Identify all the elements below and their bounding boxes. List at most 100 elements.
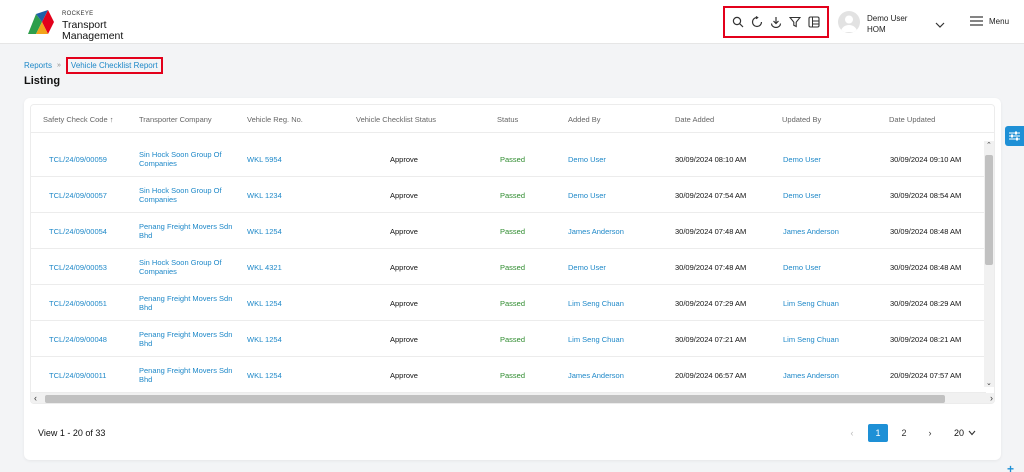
menu-label: Menu bbox=[989, 16, 1010, 26]
breadcrumb-reports[interactable]: Reports bbox=[24, 61, 52, 70]
cell-date-updated: 30/09/2024 08:29 AM bbox=[890, 299, 962, 308]
cell-added-by[interactable]: Demo User bbox=[568, 155, 606, 164]
cell-vehicle-reg-no[interactable]: WKL 1234 bbox=[247, 191, 282, 200]
scroll-down-icon[interactable]: ⌄ bbox=[986, 379, 992, 387]
cell-safety-check-code[interactable]: TCL/24/09/00057 bbox=[49, 191, 107, 200]
col-updated-by[interactable]: Updated By bbox=[782, 115, 821, 124]
cell-safety-check-code[interactable]: TCL/24/09/00048 bbox=[49, 335, 107, 344]
cell-date-added: 30/09/2024 07:21 AM bbox=[675, 335, 747, 344]
cell-updated-by[interactable]: James Anderson bbox=[783, 371, 839, 380]
per-page-select[interactable]: 20 bbox=[950, 426, 980, 440]
avatar[interactable] bbox=[838, 11, 860, 33]
cell-status: Passed bbox=[500, 299, 526, 308]
cell-updated-by[interactable]: Demo User bbox=[783, 263, 821, 272]
vertical-scrollbar[interactable]: ⌃ ⌄ bbox=[984, 141, 994, 387]
table-row[interactable]: TCL/24/09/00051 Penang Freight Movers Sdn… bbox=[31, 285, 986, 321]
cell-updated-by[interactable]: James Anderson bbox=[783, 227, 839, 236]
horizontal-scroll-thumb[interactable] bbox=[45, 395, 945, 403]
cell-added-by[interactable]: Lim Seng Chuan bbox=[568, 335, 624, 344]
col-status[interactable]: Status bbox=[497, 115, 518, 124]
cell-added-by[interactable]: James Anderson bbox=[568, 371, 624, 380]
col-safety-check-code[interactable]: Safety Check Code ↑ bbox=[43, 115, 113, 124]
cell-date-updated: 30/09/2024 08:48 AM bbox=[890, 263, 962, 272]
cell-transporter-company[interactable]: Penang Freight Movers Sdn Bhd bbox=[139, 222, 239, 240]
table-row[interactable]: TCL/24/09/00053 Sin Hock Soon Group Of Co… bbox=[31, 249, 986, 285]
horizontal-scrollbar[interactable]: ‹ › bbox=[31, 393, 994, 403]
chevron-down-icon bbox=[968, 430, 976, 436]
cell-status: Passed bbox=[500, 263, 526, 272]
chevron-down-icon[interactable] bbox=[934, 17, 946, 28]
cell-vehicle-reg-no[interactable]: WKL 1254 bbox=[247, 299, 282, 308]
cell-date-added: 30/09/2024 07:48 AM bbox=[675, 263, 747, 272]
col-vehicle-reg-no[interactable]: Vehicle Reg. No. bbox=[247, 115, 303, 124]
user-name: Demo User bbox=[867, 14, 908, 23]
sort-up-icon[interactable]: ↑ bbox=[110, 115, 114, 124]
cell-updated-by[interactable]: Demo User bbox=[783, 191, 821, 200]
vertical-scroll-thumb[interactable] bbox=[985, 155, 993, 265]
cell-vehicle-reg-no[interactable]: WKL 1254 bbox=[247, 371, 282, 380]
cell-transporter-company[interactable]: Sin Hock Soon Group Of Companies bbox=[139, 150, 239, 168]
user-info[interactable]: Demo User HOM bbox=[867, 13, 907, 35]
col-date-updated[interactable]: Date Updated bbox=[889, 115, 935, 124]
cell-transporter-company[interactable]: Penang Freight Movers Sdn Bhd bbox=[139, 366, 239, 384]
brand-name: ROCKEYE Transport Management bbox=[62, 9, 123, 42]
cell-added-by[interactable]: Lim Seng Chuan bbox=[568, 299, 624, 308]
cell-safety-check-code[interactable]: TCL/24/09/00054 bbox=[49, 227, 107, 236]
add-icon[interactable]: + bbox=[1007, 462, 1014, 472]
column-layout-icon[interactable] bbox=[807, 15, 821, 29]
table-row[interactable]: TCL/24/09/00011 Penang Freight Movers Sdn… bbox=[31, 357, 986, 393]
cell-safety-check-code[interactable]: TCL/24/09/00051 bbox=[49, 299, 107, 308]
search-icon[interactable] bbox=[731, 15, 745, 29]
cell-date-added: 30/09/2024 07:48 AM bbox=[675, 227, 747, 236]
cell-added-by[interactable]: Demo User bbox=[568, 263, 606, 272]
scroll-left-icon[interactable]: ‹ bbox=[34, 393, 37, 403]
menu-button[interactable]: Menu bbox=[970, 16, 1009, 26]
table-row[interactable]: TCL/24/09/00054 Penang Freight Movers Sdn… bbox=[31, 213, 986, 249]
rockeye-logo[interactable] bbox=[26, 8, 56, 36]
user-role: HOM bbox=[867, 25, 886, 34]
prev-page-icon[interactable]: ‹ bbox=[842, 424, 862, 442]
table-row[interactable]: TCL/24/09/00048 Penang Freight Movers Sdn… bbox=[31, 321, 986, 357]
cell-vehicle-reg-no[interactable]: WKL 1254 bbox=[247, 227, 282, 236]
cell-transporter-company[interactable]: Penang Freight Movers Sdn Bhd bbox=[139, 330, 239, 348]
cell-transporter-company[interactable]: Penang Freight Movers Sdn Bhd bbox=[139, 294, 239, 312]
cell-vehicle-reg-no[interactable]: WKL 5954 bbox=[247, 155, 282, 164]
settings-sliders-button[interactable] bbox=[1005, 126, 1024, 146]
page-2-button[interactable]: 2 bbox=[894, 424, 914, 442]
col-date-added[interactable]: Date Added bbox=[675, 115, 714, 124]
cell-status: Passed bbox=[500, 335, 526, 344]
cell-safety-check-code[interactable]: TCL/24/09/00053 bbox=[49, 263, 107, 272]
download-icon[interactable] bbox=[769, 15, 783, 29]
cell-updated-by[interactable]: Demo User bbox=[783, 155, 821, 164]
cell-vehicle-reg-no[interactable]: WKL 1254 bbox=[247, 335, 282, 344]
cell-transporter-company[interactable]: Sin Hock Soon Group Of Companies bbox=[139, 258, 239, 276]
col-transporter-company[interactable]: Transporter Company bbox=[139, 115, 212, 124]
cell-updated-by[interactable]: Lim Seng Chuan bbox=[783, 299, 839, 308]
page-1-button[interactable]: 1 bbox=[868, 424, 888, 442]
cell-vehicle-reg-no[interactable]: WKL 4321 bbox=[247, 263, 282, 272]
cell-updated-by[interactable]: Lim Seng Chuan bbox=[783, 335, 839, 344]
cell-status: Passed bbox=[500, 227, 526, 236]
cell-date-updated: 30/09/2024 09:10 AM bbox=[890, 155, 962, 164]
table-row[interactable]: TCL/24/09/00059 Sin Hock Soon Group Of Co… bbox=[31, 141, 986, 177]
refresh-icon[interactable] bbox=[750, 15, 764, 29]
scroll-up-icon[interactable]: ⌃ bbox=[986, 141, 992, 149]
cell-safety-check-code[interactable]: TCL/24/09/00011 bbox=[49, 371, 106, 380]
cell-status: Passed bbox=[500, 191, 526, 200]
table-row[interactable]: TCL/24/09/00057 Sin Hock Soon Group Of Co… bbox=[31, 177, 986, 213]
cell-transporter-company[interactable]: Sin Hock Soon Group Of Companies bbox=[139, 186, 239, 204]
breadcrumb-current[interactable]: Vehicle Checklist Report bbox=[65, 57, 163, 74]
cell-date-added: 20/09/2024 06:57 AM bbox=[675, 371, 747, 380]
filter-icon[interactable] bbox=[788, 15, 802, 29]
table-header: Safety Check Code ↑ Transporter Company … bbox=[31, 105, 994, 133]
cell-added-by[interactable]: Demo User bbox=[568, 191, 606, 200]
next-page-icon[interactable]: › bbox=[920, 424, 940, 442]
col-added-by[interactable]: Added By bbox=[568, 115, 601, 124]
cell-added-by[interactable]: James Anderson bbox=[568, 227, 624, 236]
col-vehicle-checklist-status[interactable]: Vehicle Checklist Status bbox=[356, 115, 436, 124]
cell-date-updated: 30/09/2024 08:54 AM bbox=[890, 191, 962, 200]
cell-date-added: 30/09/2024 08:10 AM bbox=[675, 155, 747, 164]
scroll-right-icon[interactable]: › bbox=[990, 393, 993, 403]
listing-card: Safety Check Code ↑ Transporter Company … bbox=[24, 98, 1001, 460]
cell-safety-check-code[interactable]: TCL/24/09/00059 bbox=[49, 155, 107, 164]
